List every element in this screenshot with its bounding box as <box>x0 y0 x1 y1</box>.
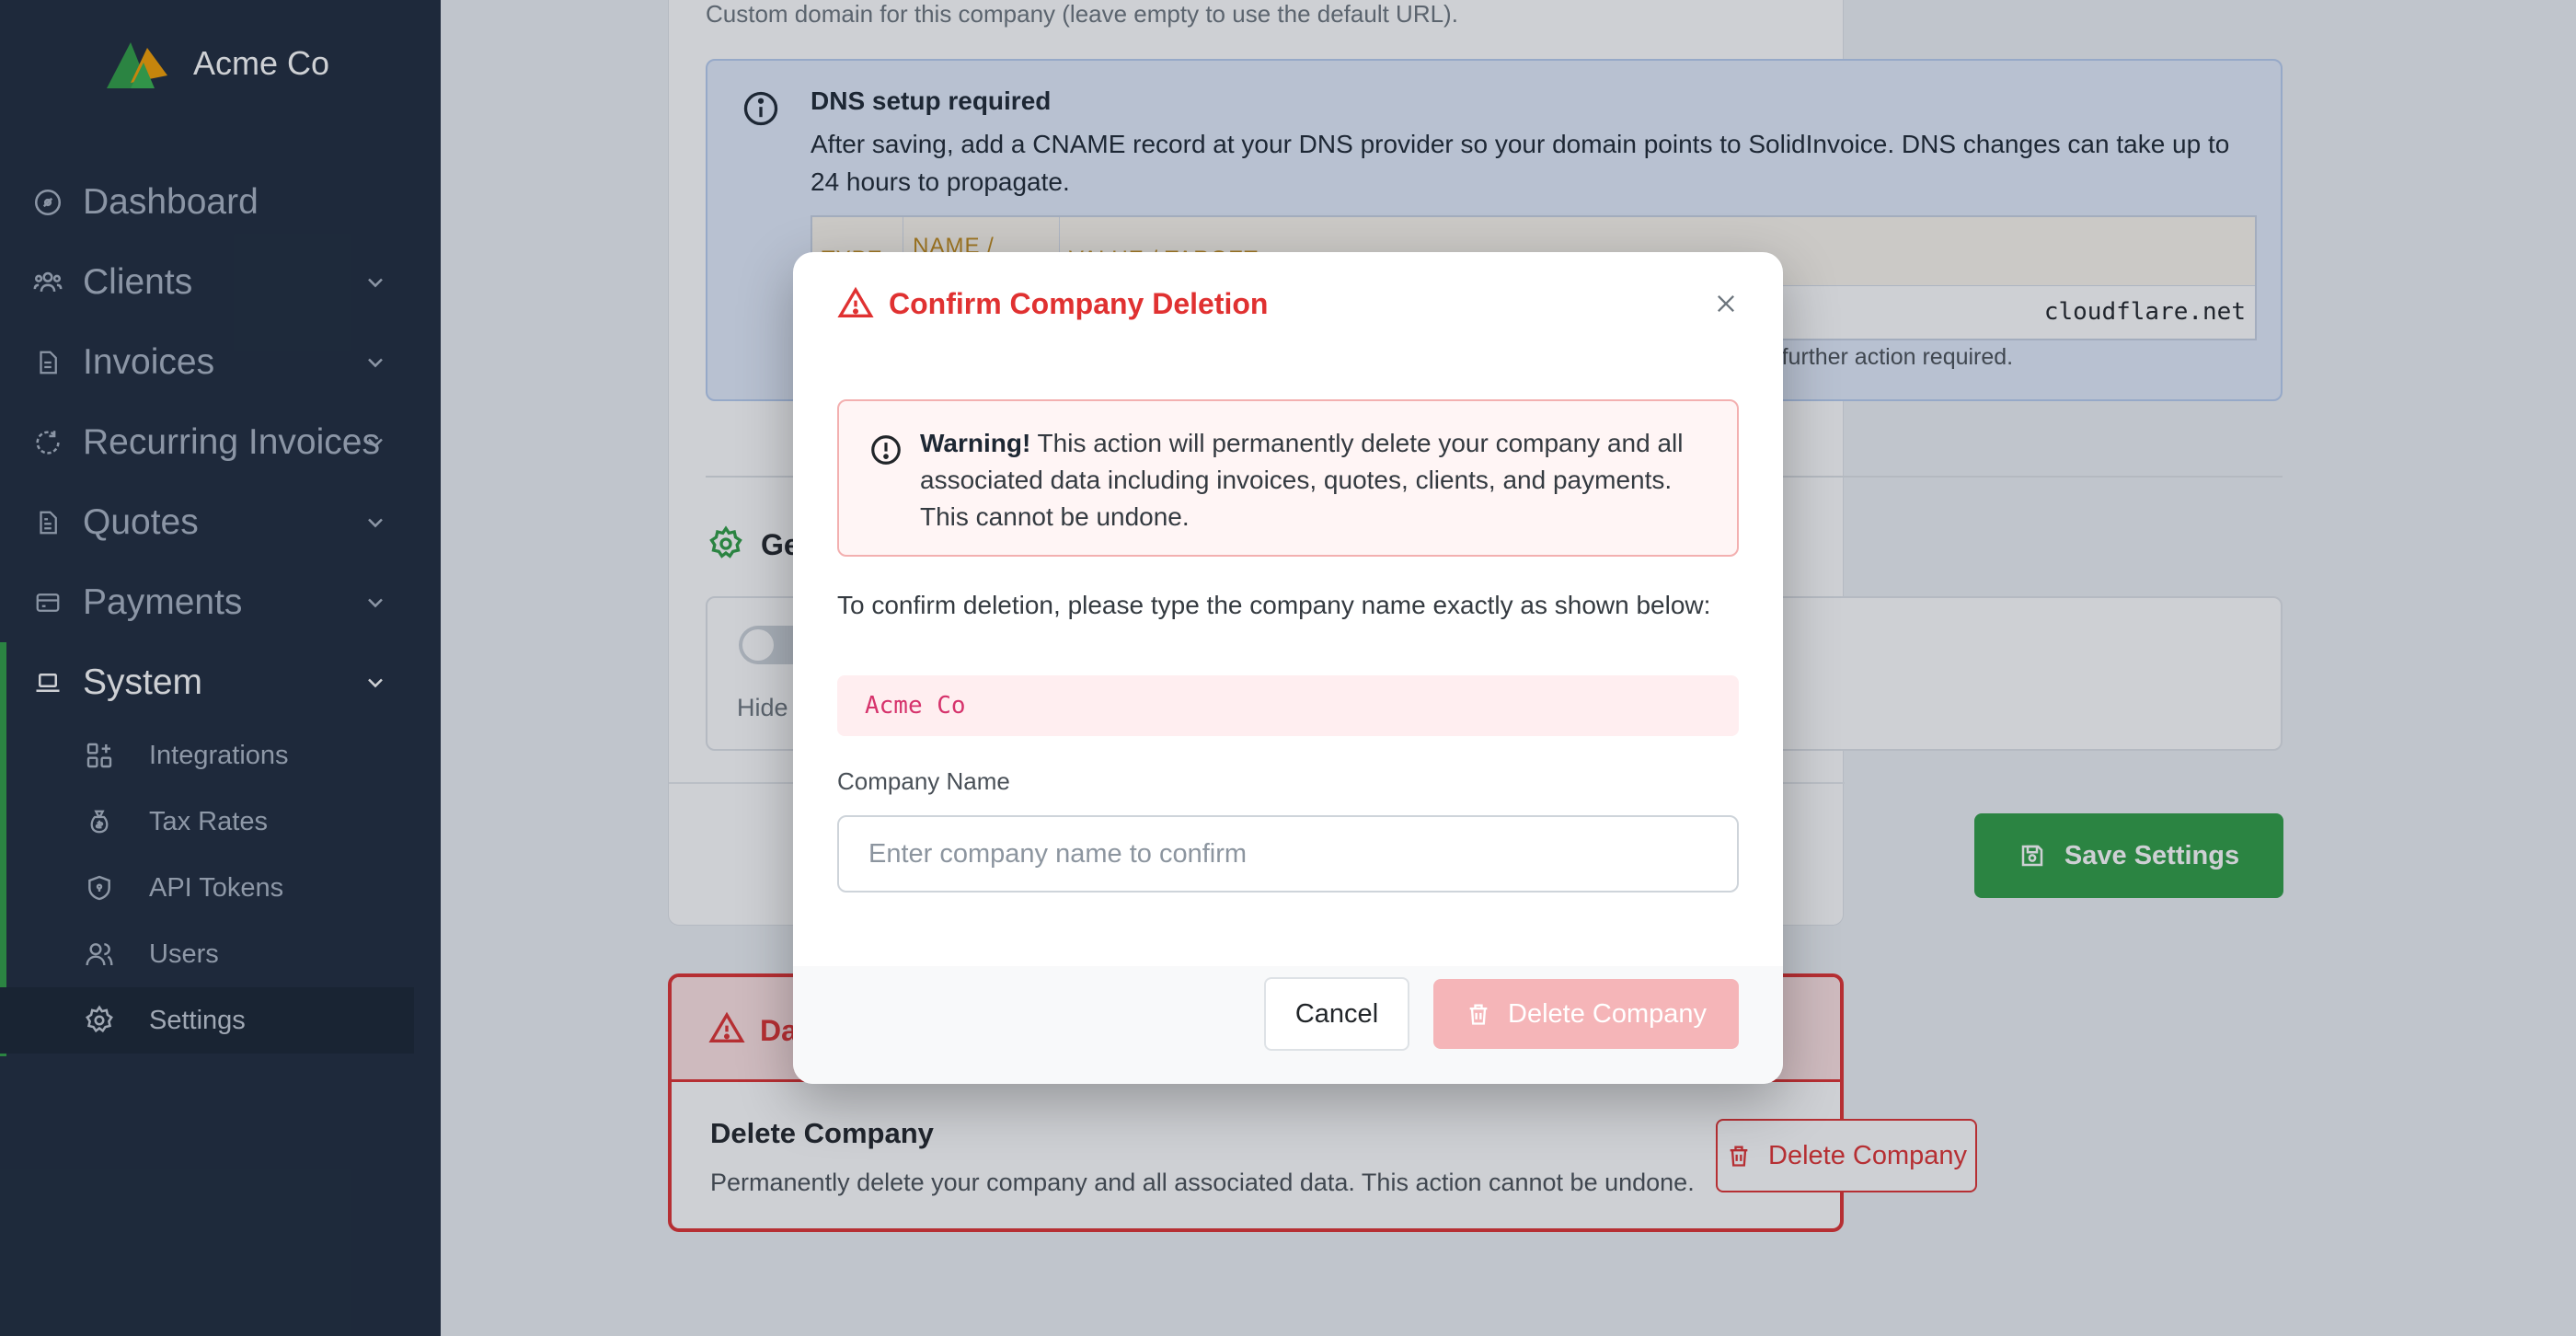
confirm-prompt: To confirm deletion, please type the com… <box>837 591 1711 619</box>
warning-alert: Warning! This action will permanently de… <box>837 399 1739 557</box>
warning-message: This action will permanently delete your… <box>920 429 1684 531</box>
warning-text: Warning! This action will permanently de… <box>920 425 1711 536</box>
warning-strong: Warning! <box>920 429 1031 457</box>
company-name-input[interactable] <box>837 815 1739 893</box>
company-name-display: Acme Co <box>837 675 1739 736</box>
confirm-delete-label: Delete Company <box>1508 998 1707 1029</box>
close-button[interactable] <box>1708 285 1744 322</box>
trash-icon <box>1466 1000 1491 1028</box>
close-icon <box>1713 291 1739 317</box>
cancel-button[interactable]: Cancel <box>1264 977 1409 1051</box>
warning-triangle-icon <box>837 285 874 322</box>
company-name-label: Company Name <box>837 767 1010 795</box>
alert-circle-icon <box>868 432 903 467</box>
confirm-deletion-modal: Confirm Company Deletion Warning! This a… <box>793 252 1783 1084</box>
modal-title: Confirm Company Deletion <box>889 287 1269 320</box>
confirm-delete-button[interactable]: Delete Company <box>1433 979 1739 1049</box>
